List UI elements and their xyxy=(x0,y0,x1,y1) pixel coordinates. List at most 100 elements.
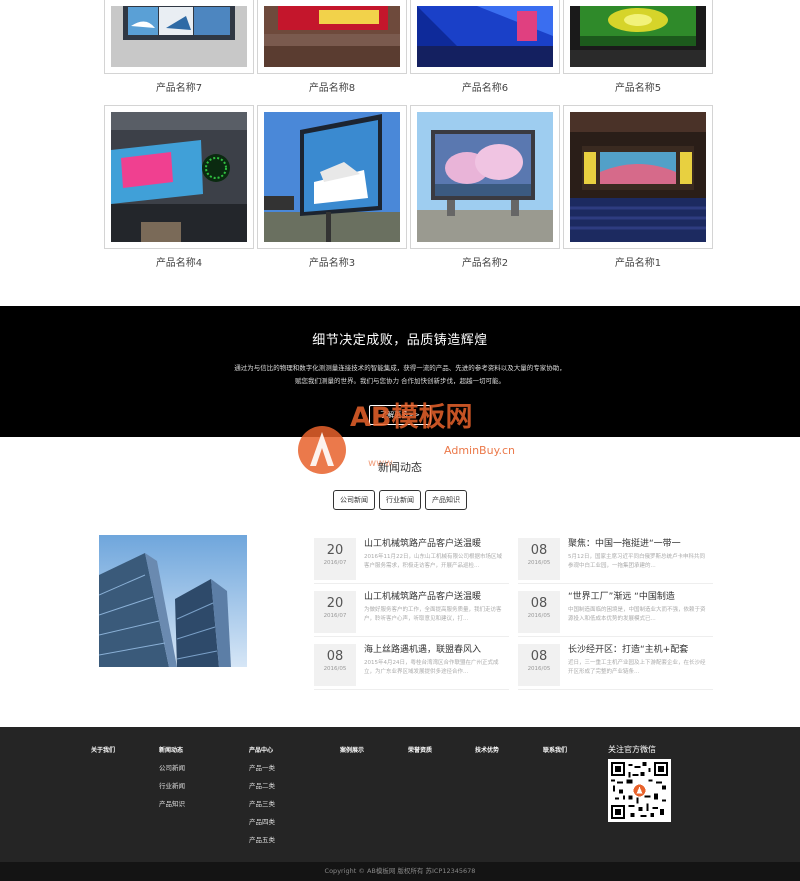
watermark-url: AdminBuy.cn xyxy=(444,444,515,457)
site-footer: 关于我们 新闻动态 公司新闻 行业新闻 产品知识 产品中心 产品一类 产品二类 … xyxy=(0,727,800,862)
product-card[interactable]: 产品名称5 xyxy=(563,0,713,94)
footer-heading[interactable]: 案例展示 xyxy=(340,745,364,754)
news-summary: 2015年4月24日，粤桂台湾湾区合作联盟在广州正式成立，为广东业界区域发展提供… xyxy=(364,660,499,675)
qr-code-icon xyxy=(608,759,671,822)
news-year-month: 2016/05 xyxy=(527,560,551,566)
product-grid: 产品名称7 产品名称8 产品名称6 产品名称5 产品名称4 产品名称3 产品名称… xyxy=(0,0,800,306)
banner-text-line-1: 通过为与信比的物理和数字化测测量连接技术的智能集成，获得一流的产品、先进的参考资… xyxy=(234,364,566,372)
product-name[interactable]: 产品名称3 xyxy=(257,254,407,269)
banner-title: 细节决定成败，品质铸造辉煌 xyxy=(312,333,488,348)
promo-banner: 细节决定成败，品质铸造辉煌 通过为与信比的物理和数字化测测量连接技术的智能集成，… xyxy=(0,306,800,437)
footer-heading[interactable]: 关于我们 xyxy=(91,745,115,754)
product-image[interactable] xyxy=(111,112,247,242)
footer-link[interactable]: 公司新闻 xyxy=(159,762,185,772)
footer-link[interactable]: 产品知识 xyxy=(159,798,185,808)
product-card[interactable]: 产品名称4 xyxy=(104,105,254,269)
learn-more-button[interactable]: 了解更多>> xyxy=(369,405,431,425)
news-year-month: 2016/05 xyxy=(527,613,551,619)
footer-link[interactable]: 产品三类 xyxy=(249,798,275,808)
product-name[interactable]: 产品名称2 xyxy=(410,254,560,269)
news-year-month: 2016/05 xyxy=(323,666,347,672)
tab-company-news[interactable]: 公司新闻 xyxy=(333,490,375,510)
news-year-month: 2016/07 xyxy=(323,560,347,566)
banner-text-line-2: 赋您我们测量的世界。我们与您协力 合作加快创新步伐，超越一切可能。 xyxy=(294,377,506,385)
news-title[interactable]: 聚焦：中国一拖挺进“一带一 xyxy=(568,536,713,549)
product-name[interactable]: 产品名称6 xyxy=(410,79,560,94)
news-day: 08 xyxy=(530,543,548,558)
tab-industry-news[interactable]: 行业新闻 xyxy=(379,490,421,510)
news-title[interactable]: 长沙经开区：打造“主机+配套 xyxy=(568,642,713,655)
news-day: 20 xyxy=(326,543,344,558)
footer-col-news: 新闻动态 公司新闻 行业新闻 产品知识 xyxy=(159,745,185,808)
footer-col-tech: 技术优势 xyxy=(475,745,499,754)
product-image-frame[interactable] xyxy=(410,0,560,74)
product-name[interactable]: 产品名称8 xyxy=(257,79,407,94)
footer-heading[interactable]: 联系我们 xyxy=(543,745,567,754)
news-item[interactable]: 08 2016/05 聚焦：中国一拖挺进“一带一 5月12日，国家主席习近平同白… xyxy=(518,536,713,584)
product-image-frame[interactable] xyxy=(257,105,407,249)
copyright-bar: Copyright © AB模板网 版权所有 苏ICP12345678 xyxy=(0,862,800,881)
product-image[interactable] xyxy=(264,112,400,242)
footer-col-honors: 荣誉资质 xyxy=(408,745,432,754)
product-image[interactable] xyxy=(570,112,706,242)
footer-link[interactable]: 行业新闻 xyxy=(159,780,185,790)
product-image[interactable] xyxy=(111,6,247,67)
news-date: 20 2016/07 xyxy=(314,591,356,633)
tab-product-knowledge[interactable]: 产品知识 xyxy=(425,490,467,510)
news-feature-image[interactable] xyxy=(99,535,247,667)
news-item[interactable]: 20 2016/07 山工机械筑路产品客户送温暖 为做好服务客户的工作，全面提高… xyxy=(314,589,509,637)
product-name[interactable]: 产品名称4 xyxy=(104,254,254,269)
product-card[interactable]: 产品名称7 xyxy=(104,0,254,94)
news-day: 08 xyxy=(326,649,344,664)
product-image[interactable] xyxy=(417,6,553,67)
product-card[interactable]: 产品名称8 xyxy=(257,0,407,94)
footer-col-about: 关于我们 xyxy=(91,745,115,754)
footer-heading[interactable]: 技术优势 xyxy=(475,745,499,754)
footer-heading[interactable]: 荣誉资质 xyxy=(408,745,432,754)
product-image[interactable] xyxy=(264,6,400,67)
news-title[interactable]: 山工机械筑路产品客户送温暖 xyxy=(364,589,509,602)
news-date: 08 2016/05 xyxy=(518,591,560,633)
news-item[interactable]: 20 2016/07 山工机械筑路产品客户送温暖 2016年11月22日，山东山… xyxy=(314,536,509,584)
news-date: 20 2016/07 xyxy=(314,538,356,580)
product-image[interactable] xyxy=(417,112,553,242)
product-name[interactable]: 产品名称7 xyxy=(104,79,254,94)
product-card[interactable]: 产品名称1 xyxy=(563,105,713,269)
footer-col-cases: 案例展示 xyxy=(340,745,364,754)
footer-link[interactable]: 产品四类 xyxy=(249,816,275,826)
product-name[interactable]: 产品名称5 xyxy=(563,79,713,94)
product-image-frame[interactable] xyxy=(563,105,713,249)
news-item[interactable]: 08 2016/05 海上丝路遇机遇，联盟春风入 2015年4月24日，粤桂台湾… xyxy=(314,642,509,690)
product-image-frame[interactable] xyxy=(563,0,713,74)
qr-title: 关注官方微信 xyxy=(608,745,656,754)
footer-heading[interactable]: 产品中心 xyxy=(249,745,275,754)
product-image-frame[interactable] xyxy=(257,0,407,74)
footer-link[interactable]: 产品一类 xyxy=(249,762,275,772)
product-card[interactable]: 产品名称3 xyxy=(257,105,407,269)
news-item[interactable]: 08 2016/05 “世界工厂”渐远 “中国制造 中国制造面临的困境是，中国制… xyxy=(518,589,713,637)
footer-link[interactable]: 产品二类 xyxy=(249,780,275,790)
product-card[interactable]: 产品名称2 xyxy=(410,105,560,269)
news-summary: 5月12日，国家主席习近平同白俄罗斯总统卢卡申科共同参观中白工业园，一拖集团承建… xyxy=(568,554,705,569)
product-card[interactable]: 产品名称6 xyxy=(410,0,560,94)
news-tabs: 公司新闻 行业新闻 产品知识 xyxy=(0,490,800,510)
product-image[interactable] xyxy=(570,6,706,67)
footer-link[interactable]: 产品五类 xyxy=(249,834,275,844)
product-image-frame[interactable] xyxy=(104,105,254,249)
news-summary: 近日，三一重工主机产业园及上下游配套企业，在长沙经开区形成了完整的产业链条... xyxy=(568,660,706,675)
product-name[interactable]: 产品名称1 xyxy=(563,254,713,269)
news-summary: 中国制造面临的困境是，中国制造业大而不强，依赖于资源投入和低成本优势的发展模式已… xyxy=(568,607,706,622)
product-image-frame[interactable] xyxy=(410,105,560,249)
product-image-frame[interactable] xyxy=(104,0,254,74)
footer-heading[interactable]: 新闻动态 xyxy=(159,745,185,754)
news-item[interactable]: 08 2016/05 长沙经开区：打造“主机+配套 近日，三一重工主机产业园及上… xyxy=(518,642,713,690)
footer-col-products: 产品中心 产品一类 产品二类 产品三类 产品四类 产品五类 xyxy=(249,745,275,844)
news-title[interactable]: 山工机械筑路产品客户送温暖 xyxy=(364,536,509,549)
news-year-month: 2016/05 xyxy=(527,666,551,672)
news-summary: 为做好服务客户的工作，全面提高服务质量，我们走访客户，聆听客户心声，听取意见和建… xyxy=(364,607,502,622)
news-day: 08 xyxy=(530,649,548,664)
news-title[interactable]: 海上丝路遇机遇，联盟春风入 xyxy=(364,642,509,655)
news-year-month: 2016/07 xyxy=(323,613,347,619)
news-day: 20 xyxy=(326,596,344,611)
news-title[interactable]: “世界工厂”渐远 “中国制造 xyxy=(568,589,713,602)
